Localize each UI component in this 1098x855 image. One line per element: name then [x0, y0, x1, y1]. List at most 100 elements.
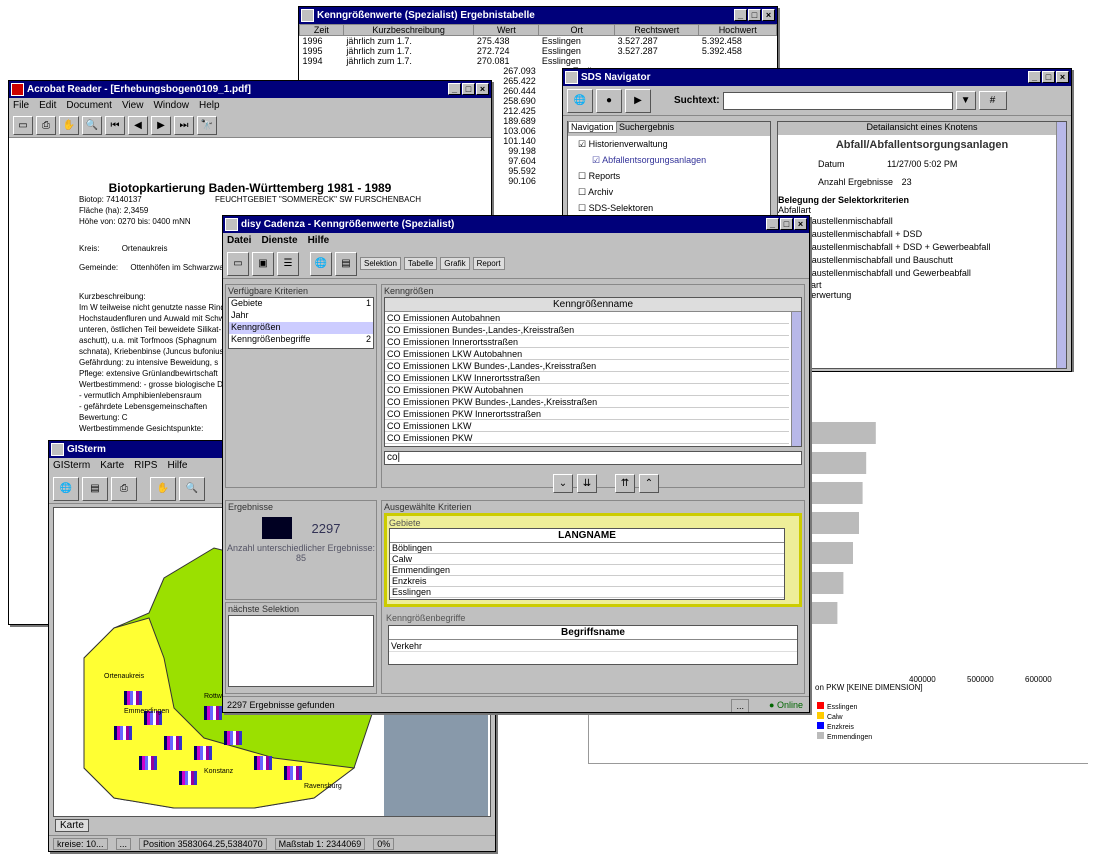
minimize-button[interactable]: _ [734, 9, 747, 21]
tree-item[interactable]: ☐ SDS-Selektoren [578, 200, 770, 216]
add-all-icon[interactable]: ⇊ [577, 474, 597, 493]
save-icon[interactable]: ▣ [252, 251, 274, 276]
maximize-button[interactable]: □ [462, 83, 475, 95]
table-row[interactable]: 1995 jährlich zum 1.7. 272.724 Esslingen 3.5… [300, 46, 777, 56]
db-icon[interactable]: ▤ [335, 251, 357, 276]
first-page-icon[interactable]: ⏮ [105, 116, 125, 135]
list-item[interactable]: Kenngrößen [229, 322, 373, 334]
add-icon[interactable]: ⌄ [553, 474, 573, 493]
remove-icon[interactable]: ⌃ [639, 474, 659, 493]
list-item[interactable]: Gebiete 1 [229, 298, 373, 310]
maximize-button[interactable]: □ [780, 218, 793, 230]
selector-item[interactable]: = Baustellenmischabfall [778, 215, 1066, 228]
menu-item[interactable]: Window [153, 100, 189, 111]
list-item[interactable]: Emmendingen [390, 565, 784, 576]
list-item[interactable]: CO Emissionen PKW Autobahnen [385, 384, 789, 396]
list-item[interactable]: CO Emissionen PKW [385, 432, 789, 444]
play-icon[interactable]: ▶ [625, 88, 651, 113]
menu-item[interactable]: RIPS [134, 460, 157, 471]
column-header[interactable]: Wert [473, 24, 540, 36]
list-item[interactable]: Kenngrößenbegriffe 2 [229, 334, 373, 346]
list-item[interactable]: CO Emissionen Autobahnen [385, 312, 789, 324]
maximize-button[interactable]: □ [748, 9, 761, 21]
list-item[interactable]: CO Emissionen LKW Innerortsstraßen [385, 372, 789, 384]
scrollbar[interactable] [791, 312, 801, 446]
menu-item[interactable]: Help [199, 100, 220, 111]
list-item[interactable]: Calw [390, 554, 784, 565]
menu-item[interactable]: Datei [227, 235, 251, 246]
close-button[interactable]: × [794, 218, 807, 230]
list-item[interactable]: CO Emissionen LKW Bundes-,Landes-,Kreiss… [385, 360, 789, 372]
list-item[interactable]: CO Emissionen Bundes-,Landes-,Kreisstraß… [385, 324, 789, 336]
search-input[interactable] [722, 91, 953, 110]
tab-suchergebnis[interactable]: Suchergebnis [619, 122, 674, 132]
minimize-button[interactable]: _ [1028, 71, 1041, 83]
globe-icon[interactable]: 🌐 [567, 88, 593, 113]
remove-all-icon[interactable]: ⇈ [615, 474, 635, 493]
list-item[interactable]: CO Emissionen Innerortsstraßen [385, 336, 789, 348]
close-button[interactable]: × [762, 9, 775, 21]
column-header[interactable]: Rechtswert [614, 24, 700, 36]
tool-report-button[interactable]: Report [472, 257, 505, 270]
print-icon[interactable]: ⎙ [111, 476, 137, 501]
menu-item[interactable]: GISterm [53, 460, 90, 471]
menu-item[interactable]: Hilfe [308, 235, 330, 246]
selector-item[interactable]: = Baustellenmischabfall + DSD [778, 228, 1066, 241]
column-header[interactable]: Zeit [299, 24, 344, 36]
close-button[interactable]: × [476, 83, 489, 95]
zoom-icon[interactable]: 🔍 [179, 476, 205, 501]
column-header[interactable]: Kenngrößenname [385, 298, 801, 312]
dropdown-icon[interactable]: ▼ [955, 91, 976, 110]
hand-icon[interactable]: ✋ [59, 116, 79, 135]
print-icon[interactable]: ⎙ [36, 116, 56, 135]
next-page-icon[interactable]: ▶ [151, 116, 171, 135]
menu-item[interactable]: File [13, 100, 29, 111]
menu-item[interactable]: Dienste [261, 235, 297, 246]
list-item[interactable]: Enzkreis [390, 576, 784, 587]
list-item[interactable]: Esslingen [390, 587, 784, 598]
column-header[interactable]: Hochwert [698, 24, 777, 36]
column-header[interactable]: Kurzbeschreibung [342, 24, 475, 36]
open-icon[interactable]: ▭ [227, 251, 249, 276]
cadenza-window[interactable]: disy Cadenza - Kenngrößenwerte (Speziali… [222, 215, 810, 713]
tree-item[interactable]: ☑ Abfallentsorgungsanlagen [578, 152, 770, 168]
list-item[interactable]: Böblingen [390, 543, 784, 554]
prev-page-icon[interactable]: ◀ [128, 116, 148, 135]
scrollbar[interactable] [1056, 122, 1066, 368]
menu-item[interactable]: Karte [100, 460, 124, 471]
minimize-button[interactable]: _ [448, 83, 461, 95]
acrobat-titlebar[interactable]: Acrobat Reader - [Erhebungsbogen0109_1.p… [9, 81, 491, 98]
table-row[interactable]: 1996 jährlich zum 1.7. 275.438 Esslingen 3.5… [300, 36, 777, 46]
list-icon[interactable]: ☰ [277, 251, 299, 276]
zoom-icon[interactable]: 🔍 [82, 116, 102, 135]
stop-icon[interactable]: ● [596, 88, 622, 113]
table-row[interactable]: 1994 jährlich zum 1.7. 270.081 Esslingen [300, 56, 777, 66]
list-item[interactable]: Verkehr [389, 640, 797, 652]
selector-item[interactable]: = Baustellenmischabfall und Gewerbeabfal… [778, 267, 1066, 280]
menu-item[interactable]: Hilfe [167, 460, 187, 471]
sds-titlebar[interactable]: SDS Navigator _ □ × [563, 69, 1071, 86]
tab-navigation[interactable]: Navigation [568, 121, 617, 133]
tool-selektion-button[interactable]: Selektion [360, 257, 401, 270]
globe-icon[interactable]: 🌐 [53, 476, 79, 501]
list-item[interactable]: CO Emissionen LKW Autobahnen [385, 348, 789, 360]
search-input[interactable]: co| [384, 451, 802, 465]
binoculars-icon[interactable]: # [978, 91, 1007, 110]
menu-item[interactable]: View [122, 100, 144, 111]
tool-tabelle-button[interactable]: Tabelle [403, 257, 438, 270]
find-icon[interactable]: 🔭 [197, 116, 217, 135]
tab-karte[interactable]: Karte [55, 819, 89, 832]
last-page-icon[interactable]: ⏭ [174, 116, 194, 135]
column-header[interactable]: Begriffsname [389, 626, 797, 640]
list-item[interactable]: CO Emissionen PKW Bundes-,Landes-,Kreiss… [385, 396, 789, 408]
column-header[interactable]: Ort [538, 24, 616, 36]
tool-grafik-button[interactable]: Grafik [440, 257, 470, 270]
open-icon[interactable]: ▭ [13, 116, 33, 135]
kennwerte-titlebar[interactable]: Kenngrößenwerte (Spezialist) Ergebnistab… [299, 7, 777, 24]
more-button[interactable]: ... [731, 699, 749, 712]
cadenza-titlebar[interactable]: disy Cadenza - Kenngrößenwerte (Speziali… [223, 216, 809, 233]
list-item[interactable]: Jahr [229, 310, 373, 322]
tree-item[interactable]: ☐ Reports [578, 168, 770, 184]
tree-item[interactable]: ☐ Archiv [578, 184, 770, 200]
globe-icon[interactable]: 🌐 [310, 251, 332, 276]
